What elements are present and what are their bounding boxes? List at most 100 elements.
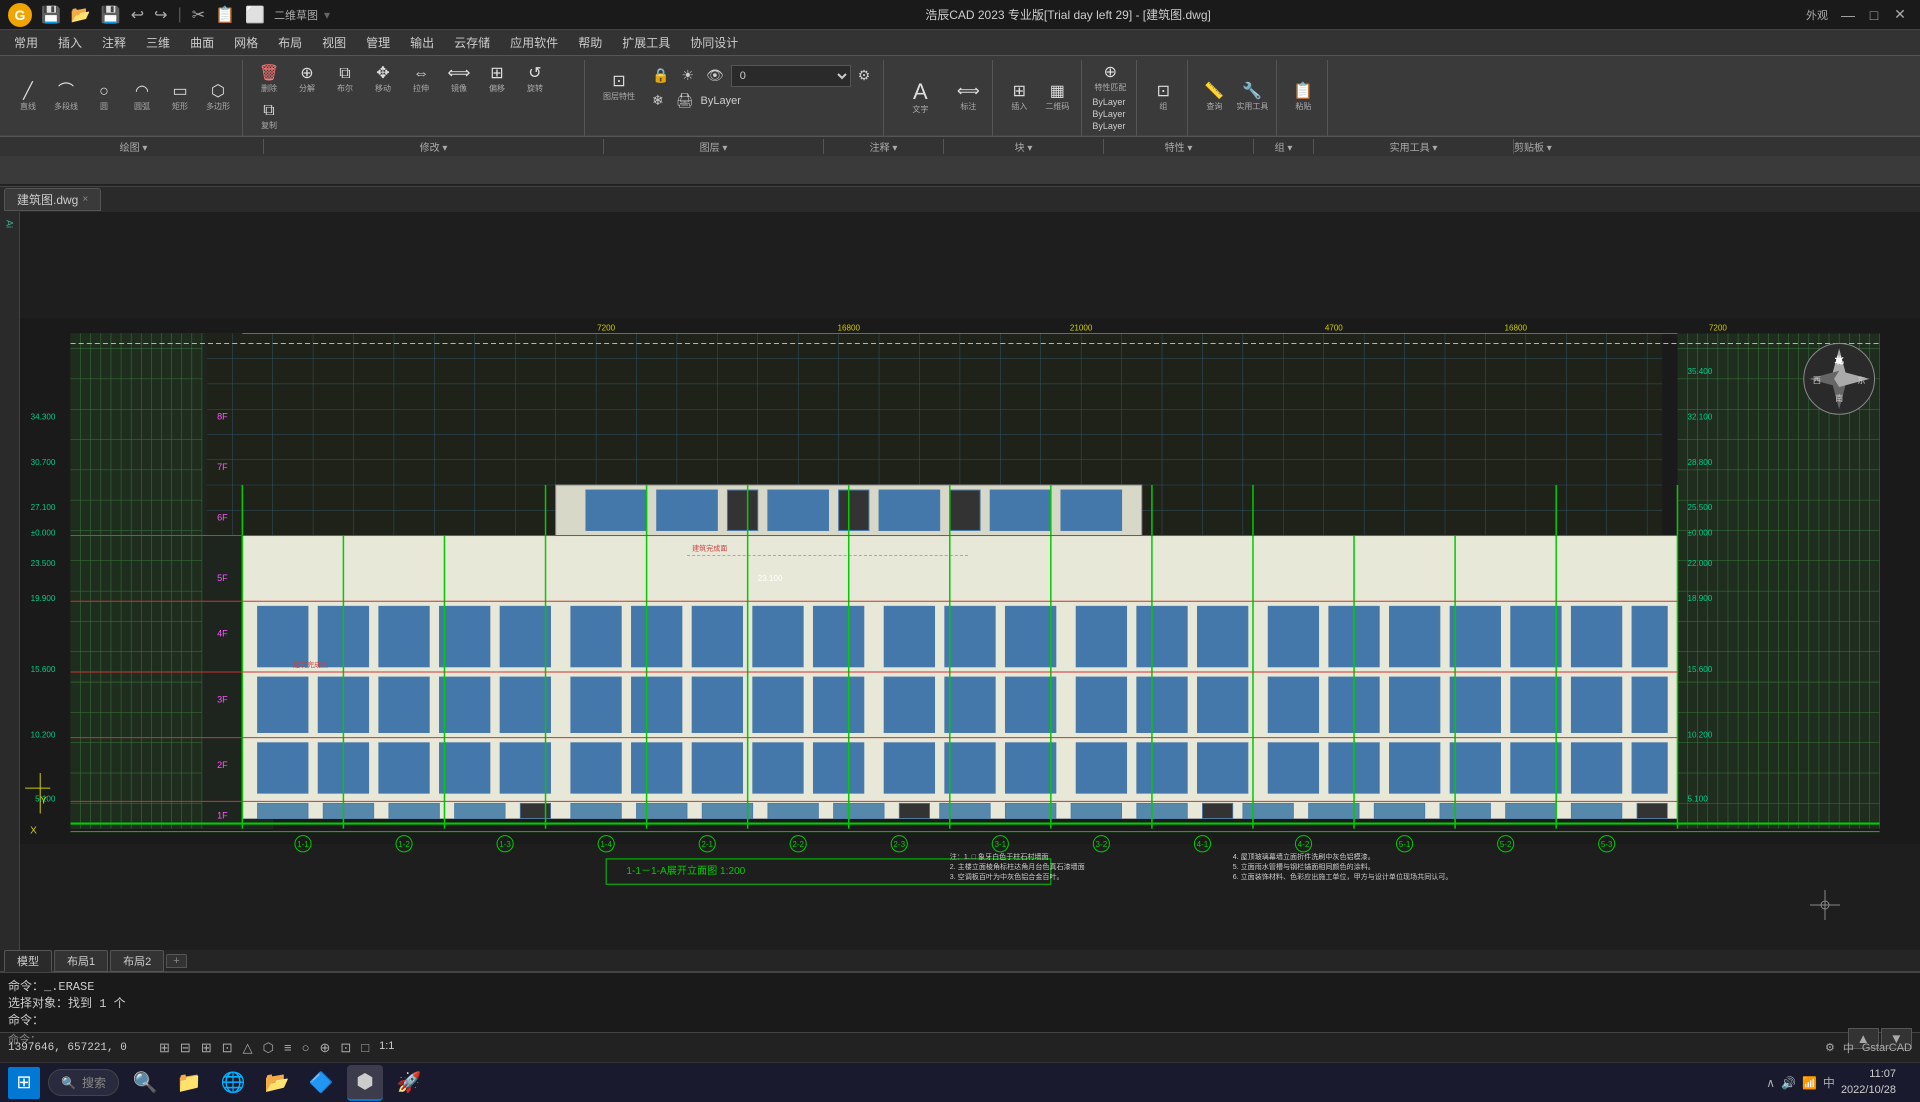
undo-icon[interactable]: ↩ xyxy=(128,5,147,25)
taskbar-app-gcad[interactable]: ⬢ xyxy=(347,1065,383,1101)
transparency-icon[interactable]: ○ xyxy=(299,1039,313,1057)
layout1-tab[interactable]: 布局1 xyxy=(54,950,108,972)
menu-charu[interactable]: 插入 xyxy=(48,32,92,53)
layer-select[interactable]: 0 xyxy=(731,65,851,87)
title-bar: G 💾 📂 💾 ↩ ↪ | ✂ 📋 ⬜ 二维草图 ▾ 浩辰CAD 2023 专业… xyxy=(0,0,1920,30)
menu-kuozhangtools[interactable]: 扩展工具 xyxy=(612,32,680,53)
explode-btn[interactable]: ⊕分解 xyxy=(289,63,325,97)
add-layout-btn[interactable]: + xyxy=(166,954,186,968)
copy-draw-btn[interactable]: ⧉布尔 xyxy=(327,63,363,97)
menu-sanwei[interactable]: 三维 xyxy=(136,32,180,53)
rect-btn[interactable]: ▭矩形 xyxy=(162,81,198,115)
menu-changyong[interactable]: 常用 xyxy=(4,32,48,53)
save2-icon[interactable]: 💾 xyxy=(98,5,124,25)
text-btn[interactable]: A文字 xyxy=(892,74,948,122)
systray-volume-icon[interactable]: 🔊 xyxy=(1781,1076,1796,1090)
windows-start-btn[interactable]: ⊞ xyxy=(8,1067,40,1099)
qrcode-btn[interactable]: ▦二维码 xyxy=(1039,81,1075,115)
appearance-btn[interactable]: 外观 xyxy=(1806,7,1828,23)
offset-btn[interactable]: ⊞偏移 xyxy=(479,63,515,97)
menu-bangzhu[interactable]: 帮助 xyxy=(568,32,612,53)
menu-shitu[interactable]: 视图 xyxy=(312,32,356,53)
canvas-area[interactable]: ±0.000 5.100 10.200 15.600 19.900 23.500… xyxy=(20,212,1920,950)
menu-yuncunchu[interactable]: 云存储 xyxy=(444,32,500,53)
svg-text:X: X xyxy=(30,826,37,837)
arc-btn[interactable]: ◠圆弧 xyxy=(124,81,160,115)
taskbar-app-search[interactable]: 🔍 xyxy=(127,1065,163,1101)
line-btn[interactable]: ╱直线 xyxy=(10,81,46,115)
minimize-btn[interactable]: — xyxy=(1836,3,1860,27)
taskbar-app-blue[interactable]: 🔷 xyxy=(303,1065,339,1101)
quick-access-toolbar: 💾 📂 💾 ↩ ↪ | ✂ 📋 ⬜ xyxy=(38,5,268,25)
workspace-selector[interactable]: 二维草图 xyxy=(274,7,318,23)
menu-yingyong[interactable]: 应用软件 xyxy=(500,32,568,53)
menu-buju[interactable]: 布局 xyxy=(268,32,312,53)
taskbar-app-chrome[interactable]: 🌐 xyxy=(215,1065,251,1101)
group-btn[interactable]: ⊡组 xyxy=(1145,81,1181,115)
file-tab-close[interactable]: × xyxy=(82,194,88,205)
insert-block-btn[interactable]: ⊞插入 xyxy=(1001,81,1037,115)
taskbar-app-explorer[interactable]: 📁 xyxy=(171,1065,207,1101)
systray-network-icon[interactable]: 📶 xyxy=(1802,1076,1817,1090)
polyline-btn[interactable]: ⌒多段线 xyxy=(48,81,84,115)
paste-icon[interactable]: ⬜ xyxy=(242,5,268,25)
showlw-icon[interactable]: ⊡ xyxy=(337,1039,354,1057)
otrack-icon[interactable]: ⬡ xyxy=(260,1039,277,1057)
systray-chevron[interactable]: ∧ xyxy=(1766,1076,1775,1090)
snap-grid-icon[interactable]: ⊞ xyxy=(156,1039,173,1057)
svg-text:7F: 7F xyxy=(217,462,228,472)
rotate-btn[interactable]: ↺旋转 xyxy=(517,63,553,97)
ai-panel-btn[interactable]: Ai xyxy=(3,216,17,232)
layer-freeze-icon[interactable]: ❄ xyxy=(647,89,669,112)
menu-zhushi[interactable]: 注释 xyxy=(92,32,136,53)
menu-wangge[interactable]: 网格 xyxy=(224,32,268,53)
windows-search-bar[interactable]: 🔍 搜索 xyxy=(48,1069,119,1096)
save-icon[interactable]: 💾 xyxy=(38,5,64,25)
copy-icon[interactable]: 📋 xyxy=(212,5,238,25)
layer-print-icon[interactable]: 🖨 xyxy=(671,89,699,112)
snap-on-icon[interactable]: ⊟ xyxy=(177,1039,194,1057)
polar-icon[interactable]: ⊡ xyxy=(219,1039,236,1057)
layer-visible-icon[interactable]: 👁 xyxy=(701,64,729,87)
matchprop-btn[interactable]: ⊕特性匹配 xyxy=(1092,65,1128,93)
maximize-btn[interactable]: □ xyxy=(1862,3,1886,27)
sc-icon[interactable]: □ xyxy=(358,1039,372,1057)
lineweight-icon[interactable]: ≡ xyxy=(281,1039,295,1057)
polygon-btn[interactable]: ⬡多边形 xyxy=(200,81,236,115)
file-tab-bar: 建筑图.dwg × xyxy=(0,186,1920,212)
osnap-icon[interactable]: △ xyxy=(240,1039,256,1057)
menu-qumian[interactable]: 曲面 xyxy=(180,32,224,53)
main-area: Ai xyxy=(0,212,1920,950)
layer-manager-btn[interactable]: ⊡图层特性 xyxy=(595,64,643,112)
redo-icon[interactable]: ↪ xyxy=(151,5,170,25)
cut-icon[interactable]: ✂ xyxy=(189,5,208,25)
mirror-btn[interactable]: ⟺镜像 xyxy=(441,63,477,97)
model-tab[interactable]: 模型 xyxy=(4,950,52,972)
settings-icon[interactable]: ⚙ xyxy=(1825,1041,1835,1054)
layout2-tab[interactable]: 布局2 xyxy=(110,950,164,972)
move-btn[interactable]: ✥移动 xyxy=(365,63,401,97)
paste-btn[interactable]: 📋粘贴 xyxy=(1285,81,1321,115)
menu-guanli[interactable]: 管理 xyxy=(356,32,400,53)
circle-btn[interactable]: ○圆 xyxy=(86,81,122,115)
svg-text:35.400: 35.400 xyxy=(1688,367,1713,376)
dynin-icon[interactable]: ⊕ xyxy=(316,1039,333,1057)
open-icon[interactable]: 📂 xyxy=(68,5,94,25)
close-btn[interactable]: ✕ xyxy=(1888,3,1912,27)
file-tab-jianzhu[interactable]: 建筑图.dwg × xyxy=(4,188,101,211)
taskbar-app-rocket[interactable]: 🚀 xyxy=(391,1065,427,1101)
copy-btn[interactable]: ⧉复制 xyxy=(251,100,287,134)
ortho-icon[interactable]: ⊞ xyxy=(198,1039,215,1057)
measure-btn[interactable]: 📏查询 xyxy=(1196,81,1232,115)
calculator-btn[interactable]: 🔧实用工具 xyxy=(1234,81,1270,115)
stretch-btn[interactable]: ⇔拉伸 xyxy=(403,63,439,97)
erase-btn[interactable]: 🗑删除 xyxy=(251,63,287,97)
menu-xietong[interactable]: 协同设计 xyxy=(680,32,748,53)
layer-lock-icon[interactable]: 🔒 xyxy=(647,64,674,87)
layer-sun-icon[interactable]: ☀ xyxy=(676,64,699,87)
taskbar-app-files[interactable]: 📂 xyxy=(259,1065,295,1101)
layer-settings-icon[interactable]: ⚙ xyxy=(853,64,876,87)
dimension-btn[interactable]: ⟺标注 xyxy=(950,81,986,115)
systray-input-icon[interactable]: 中 xyxy=(1823,1074,1835,1091)
menu-shuchu[interactable]: 输出 xyxy=(400,32,444,53)
